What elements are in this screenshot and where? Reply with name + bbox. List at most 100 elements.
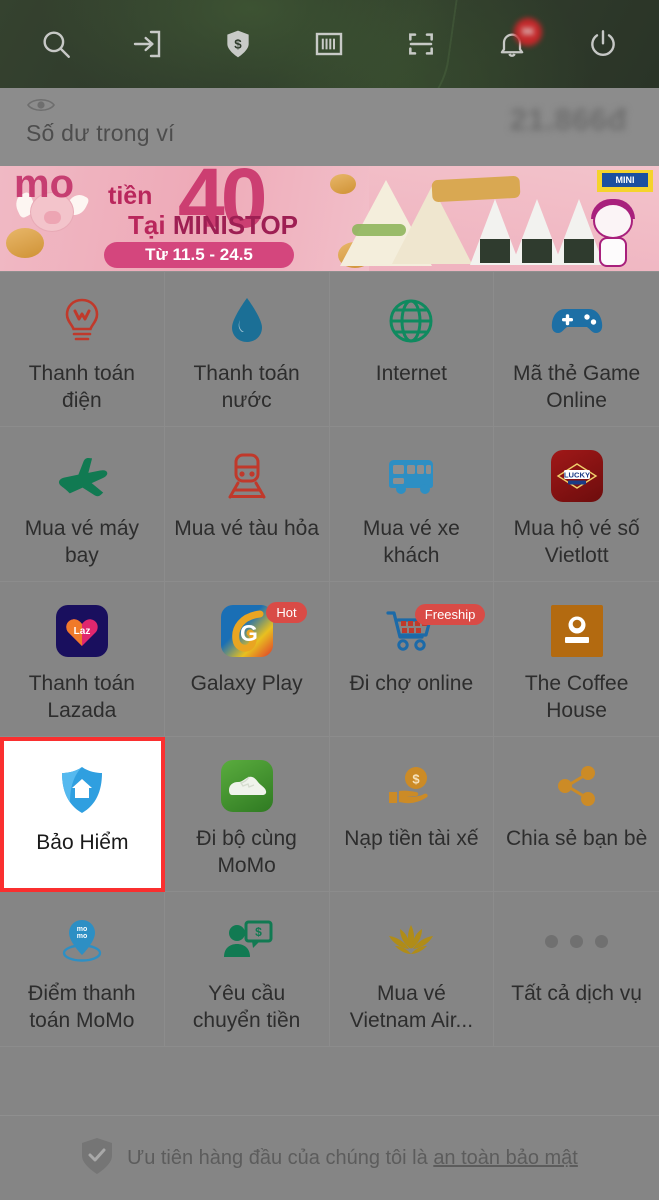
- banner-lettuce-decoration: [352, 224, 406, 236]
- power-icon[interactable]: [581, 22, 625, 66]
- service-label: Thanh toán nước: [193, 362, 300, 412]
- lotus-icon: [383, 914, 439, 968]
- svg-text:mo: mo: [77, 933, 88, 940]
- footer-text: Ưu tiên hàng đầu của chúng tôi là an toà…: [127, 1147, 578, 1170]
- service-label: Điểm thanh toán MoMo: [28, 982, 136, 1032]
- banner-tien-text: tiền: [108, 182, 153, 210]
- service-cell-mua-ve-vietnam-airlines[interactable]: Mua vé Vietnam Air...: [329, 892, 495, 1047]
- service-label: Bảo Hiểm: [36, 831, 129, 854]
- notification-bell-icon[interactable]: 96: [490, 18, 542, 66]
- gamepad-icon: [551, 294, 603, 348]
- map-pin-momo-icon: mo mo: [57, 914, 107, 968]
- barcode-icon[interactable]: [307, 22, 351, 66]
- service-cell-chia-se-ban-be[interactable]: Chia sẻ bạn bè: [494, 737, 659, 892]
- security-footer: Ưu tiên hàng đầu của chúng tôi là an toà…: [0, 1115, 659, 1200]
- banner-ministop-logo: MINI: [597, 170, 653, 192]
- service-label: Mua vé Vietnam Air...: [349, 982, 474, 1032]
- shield-check-icon: [81, 1137, 113, 1180]
- service-cell-thanh-toan-dien[interactable]: Thanh toán điện: [0, 272, 165, 427]
- service-cell-yeu-cau-chuyen-tien[interactable]: $ Yêu cầu chuyển tiền: [164, 892, 330, 1047]
- service-cell-diem-thanh-toan-momo[interactable]: mo mo Điểm thanh toán MoMo: [0, 892, 165, 1047]
- service-cell-mua-ve-tau-hoa[interactable]: Mua vé tàu hỏa: [164, 427, 330, 582]
- service-cell-tat-ca-dich-vu[interactable]: Tất cả dịch vụ: [494, 892, 659, 1047]
- service-cell-internet[interactable]: Internet: [329, 272, 495, 427]
- banner-merchant-name: MINISTOP: [172, 210, 299, 240]
- service-label: Nạp tiền tài xế: [344, 827, 479, 850]
- service-label: Mua vé tàu hỏa: [174, 517, 319, 540]
- shield-home-icon: [58, 763, 106, 817]
- svg-text:$: $: [413, 772, 421, 787]
- banner-brand-text: mo: [14, 166, 74, 206]
- footer-security-link[interactable]: an toàn bảo mật: [433, 1147, 578, 1169]
- footer-text-prefix: Ưu tiên hàng đầu của chúng tôi là: [127, 1146, 434, 1169]
- service-grid: Thanh toán điện Thanh toán nước Internet…: [0, 271, 659, 1047]
- svg-text:LUCKY: LUCKY: [564, 470, 590, 479]
- shopping-cart-icon: Freeship: [385, 604, 486, 658]
- service-cell-mua-ve-may-bay[interactable]: Mua vé máy bay: [0, 427, 165, 582]
- share-icon: [554, 759, 600, 813]
- service-label: Yêu cầu chuyển tiền: [192, 982, 301, 1032]
- vietlott-logo-icon: LUCKY: [550, 449, 603, 503]
- notification-badge: 96: [513, 18, 542, 46]
- balance-amount: 21.866đ: [509, 102, 627, 137]
- service-cell-mua-ve-xe-khach[interactable]: Mua vé xe khách: [329, 427, 495, 582]
- lightbulb-icon: [60, 294, 104, 348]
- top-app-bar: $ 96: [0, 0, 659, 88]
- search-icon[interactable]: [34, 22, 78, 66]
- eye-icon[interactable]: [26, 95, 56, 120]
- svg-text:mo: mo: [77, 926, 88, 933]
- service-cell-mua-ho-ve-so-vietlott[interactable]: LUCKY Mua hộ vé số Vietlott: [494, 427, 659, 582]
- svg-text:$: $: [235, 37, 243, 52]
- service-cell-the-coffee-house[interactable]: The Coffee House: [494, 582, 659, 737]
- svg-text:G: G: [240, 620, 258, 646]
- service-label: Đi chợ online: [349, 672, 474, 695]
- request-money-icon: $: [221, 914, 273, 968]
- momo-home-screen: $ 96 Số dư trong ví 21.866đ mo tiền 40 T…: [0, 0, 659, 1200]
- train-icon: [225, 449, 269, 503]
- freeship-badge: Freeship: [414, 604, 486, 625]
- service-label: Mã thẻ Game Online: [513, 362, 641, 412]
- service-label: Tất cả dịch vụ: [511, 982, 642, 1005]
- service-cell-nap-tien-tai-xe[interactable]: $ Nạp tiền tài xế: [329, 737, 495, 892]
- service-cell-thanh-toan-nuoc[interactable]: Thanh toán nước: [164, 272, 330, 427]
- hand-coin-icon: $: [385, 759, 437, 813]
- service-label: Internet: [375, 362, 447, 385]
- svg-text:$: $: [255, 925, 262, 939]
- service-cell-bao-hiem[interactable]: Bảo Hiểm: [0, 737, 165, 892]
- svg-text:Laz: Laz: [74, 626, 91, 637]
- banner-coin-icon: [6, 228, 44, 258]
- service-cell-ma-the-game-online[interactable]: Mã thẻ Game Online: [494, 272, 659, 427]
- airplane-icon: [54, 449, 110, 503]
- globe-icon: [388, 294, 434, 348]
- hot-badge: Hot: [266, 602, 307, 623]
- coffee-house-logo-icon: [550, 604, 603, 658]
- banner-logo-text: MINI: [602, 173, 648, 187]
- service-cell-di-cho-online[interactable]: Freeship Đi chợ online: [329, 582, 495, 737]
- promo-banner[interactable]: mo tiền 40 Tại MINISTOP Từ 11.5 - 24.5 M…: [0, 166, 659, 271]
- service-cell-galaxy-play[interactable]: G Hot Galaxy Play: [164, 582, 330, 737]
- banner-mascot-image: [591, 199, 635, 269]
- service-label: Mua vé máy bay: [24, 517, 140, 567]
- bus-icon: [384, 449, 438, 503]
- wallet-balance-section[interactable]: Số dư trong ví 21.866đ: [0, 88, 659, 166]
- scan-qr-icon[interactable]: [399, 22, 443, 66]
- galaxy-play-logo-icon: G Hot: [220, 602, 307, 658]
- sneaker-icon: [220, 759, 273, 813]
- banner-tai-text: Tại: [128, 210, 166, 240]
- banner-merchant-line: Tại MINISTOP: [128, 210, 298, 241]
- transfer-in-icon[interactable]: [125, 22, 169, 66]
- money-shield-icon[interactable]: $: [216, 22, 260, 66]
- service-cell-di-bo-cung-momo[interactable]: Đi bộ cùng MoMo: [164, 737, 330, 892]
- service-label: Chia sẻ bạn bè: [505, 827, 648, 850]
- water-drop-icon: [227, 294, 267, 348]
- service-label: Thanh toán điện: [28, 362, 135, 412]
- more-dots-icon: [545, 914, 609, 968]
- service-label: Thanh toán Lazada: [28, 672, 135, 722]
- service-label: Galaxy Play: [190, 672, 303, 695]
- lazada-logo-icon: Laz: [55, 604, 108, 658]
- service-label: Đi bộ cùng MoMo: [196, 827, 297, 877]
- service-label: The Coffee House: [524, 672, 629, 722]
- service-cell-thanh-toan-lazada[interactable]: Laz Thanh toán Lazada: [0, 582, 165, 737]
- service-label: Mua vé xe khách: [362, 517, 460, 567]
- banner-date-range: Từ 11.5 - 24.5: [104, 242, 294, 268]
